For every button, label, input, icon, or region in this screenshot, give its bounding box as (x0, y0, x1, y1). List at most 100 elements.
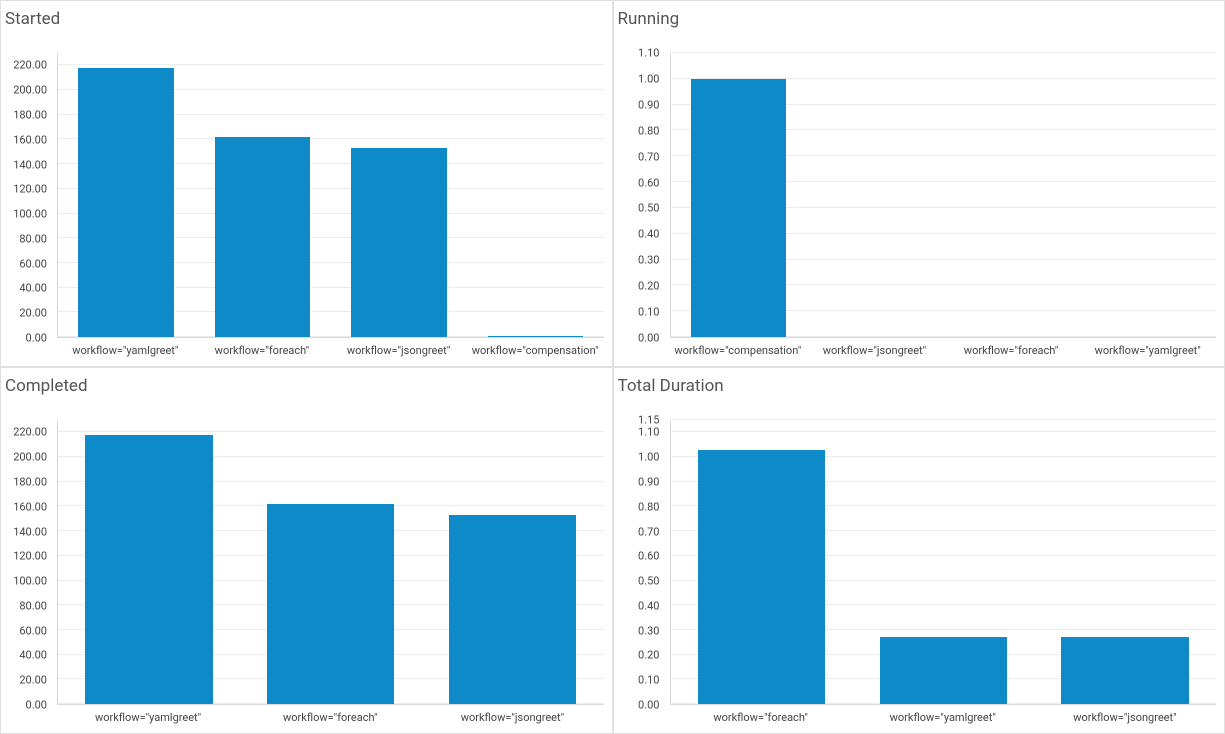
y-tick-label: 0.00 (26, 332, 47, 345)
y-tick-label: 0.80 (638, 124, 659, 137)
y-tick-label: 0.40 (638, 599, 659, 612)
x-tick-label: workflow="compensation" (467, 338, 604, 366)
y-tick-label: 120.00 (13, 183, 47, 196)
panel-title: Running (614, 1, 1225, 33)
y-tick-label: 20.00 (19, 674, 47, 687)
x-tick-label: workflow="yamlgreet" (57, 705, 239, 733)
plot-area (57, 420, 604, 705)
x-tick-label: workflow="jsongreet" (330, 338, 467, 366)
bar-slot (671, 420, 853, 704)
y-axis: 0.0020.0040.0060.0080.00100.00120.00140.… (1, 53, 53, 338)
y-tick-label: 0.00 (638, 699, 659, 712)
y-axis: 0.000.100.200.300.400.500.600.700.800.90… (614, 53, 666, 338)
bar[interactable] (449, 515, 576, 704)
x-tick-label: workflow="jsongreet" (421, 705, 603, 733)
y-tick-label: 1.00 (638, 72, 659, 85)
x-axis: workflow="compensation"workflow="jsongre… (670, 338, 1217, 366)
bar-slot (807, 53, 943, 337)
x-tick-label: workflow="jsongreet" (806, 338, 943, 366)
bar[interactable] (698, 450, 825, 704)
x-axis: workflow="yamlgreet"workflow="foreach"wo… (57, 705, 604, 733)
bar-slot (1034, 420, 1216, 704)
y-tick-label: 160.00 (13, 133, 47, 146)
plot-area (57, 53, 604, 338)
y-tick-label: 40.00 (19, 282, 47, 295)
y-tick-label: 0.90 (638, 98, 659, 111)
x-tick-label: workflow="foreach" (670, 705, 852, 733)
x-tick-label: workflow="yamlgreet" (57, 338, 194, 366)
y-axis: 0.0020.0040.0060.0080.00100.00120.00140.… (1, 420, 53, 705)
x-axis: workflow="foreach"workflow="yamlgreet"wo… (670, 705, 1217, 733)
x-tick-label: workflow="foreach" (239, 705, 421, 733)
bar[interactable] (351, 148, 446, 337)
y-tick-label: 80.00 (19, 232, 47, 245)
y-tick-label: 40.00 (19, 649, 47, 662)
x-tick-label: workflow="yamlgreet" (1079, 338, 1216, 366)
bar-slot (58, 53, 194, 337)
bar[interactable] (267, 504, 394, 704)
bar-slot (1080, 53, 1216, 337)
bar-slot (331, 53, 467, 337)
y-tick-label: 1.00 (638, 451, 659, 464)
y-tick-label: 220.00 (13, 426, 47, 439)
y-tick-label: 200.00 (13, 451, 47, 464)
y-tick-label: 20.00 (19, 307, 47, 320)
bar-slot (671, 53, 807, 337)
bar[interactable] (1061, 637, 1188, 704)
y-tick-label: 100.00 (13, 208, 47, 221)
chart-area-completed: 0.00 20.00 40.00 60.00 80.00 100.00 120.00 140.… (1, 400, 612, 733)
y-tick-label: 0.50 (638, 202, 659, 215)
y-tick-label: 180.00 (13, 108, 47, 121)
bars-container (58, 53, 604, 337)
y-tick-label: 0.60 (638, 176, 659, 189)
plot-area (670, 53, 1217, 338)
panel-running: Running 0.000.100.200.300.400.500.600.70… (613, 0, 1225, 367)
y-tick-label: 0.70 (638, 150, 659, 163)
bar-slot (467, 53, 603, 337)
dashboard-grid: Started 0.00 20.00 40.00 60.00 80.00 100.00 12… (0, 0, 1225, 734)
y-axis: 0.000.100.200.300.400.500.600.700.800.90… (614, 420, 666, 705)
y-tick-label: 120.00 (13, 550, 47, 563)
y-tick-label: 0.30 (638, 254, 659, 267)
bar-slot (422, 420, 604, 704)
y-tick-label: 0.00 (26, 699, 47, 712)
y-tick-label: 0.20 (638, 280, 659, 293)
bar[interactable] (691, 79, 786, 337)
bar[interactable] (85, 435, 212, 704)
y-tick-label: 0.60 (638, 550, 659, 563)
y-tick-label: 80.00 (19, 599, 47, 612)
y-tick-label: 0.90 (638, 475, 659, 488)
bar[interactable] (215, 137, 310, 337)
y-tick-label: 200.00 (13, 84, 47, 97)
bar[interactable] (880, 637, 1007, 704)
panel-started: Started 0.00 20.00 40.00 60.00 80.00 100.00 12… (0, 0, 613, 367)
bar[interactable] (488, 336, 583, 337)
x-tick-label: workflow="jsongreet" (1034, 705, 1216, 733)
bar-slot (58, 420, 240, 704)
panel-total-duration: Total Duration 0.000.100.200.300.400.500… (613, 367, 1225, 734)
y-tick-label: 60.00 (19, 257, 47, 270)
y-tick-label: 0.70 (638, 525, 659, 538)
x-tick-label: workflow="compensation" (670, 338, 807, 366)
y-tick-label: 0.30 (638, 624, 659, 637)
chart-area-started: 0.0020.0040.0060.0080.00100.00120.00140.… (1, 33, 612, 366)
y-tick-label: 180.00 (13, 475, 47, 488)
bar[interactable] (78, 68, 173, 337)
y-tick-label: 140.00 (13, 525, 47, 538)
x-tick-label: workflow="yamlgreet" (852, 705, 1034, 733)
chart-area-running: 0.000.100.200.300.400.500.600.700.800.90… (614, 33, 1225, 366)
plot-area (670, 420, 1217, 705)
bars-container (671, 420, 1217, 704)
y-tick-label: 100.00 (13, 575, 47, 588)
y-tick-label: 0.40 (638, 228, 659, 241)
bar-slot (852, 420, 1034, 704)
panel-title: Started (1, 1, 612, 33)
y-tick-label: 60.00 (19, 624, 47, 637)
y-tick-label: 0.10 (638, 674, 659, 687)
y-tick-label: 1.15 (638, 414, 659, 427)
bars-container (671, 53, 1217, 337)
panel-title: Completed (1, 368, 612, 400)
panel-title: Total Duration (614, 368, 1225, 400)
y-tick-label: 160.00 (13, 500, 47, 513)
bar-slot (240, 420, 422, 704)
